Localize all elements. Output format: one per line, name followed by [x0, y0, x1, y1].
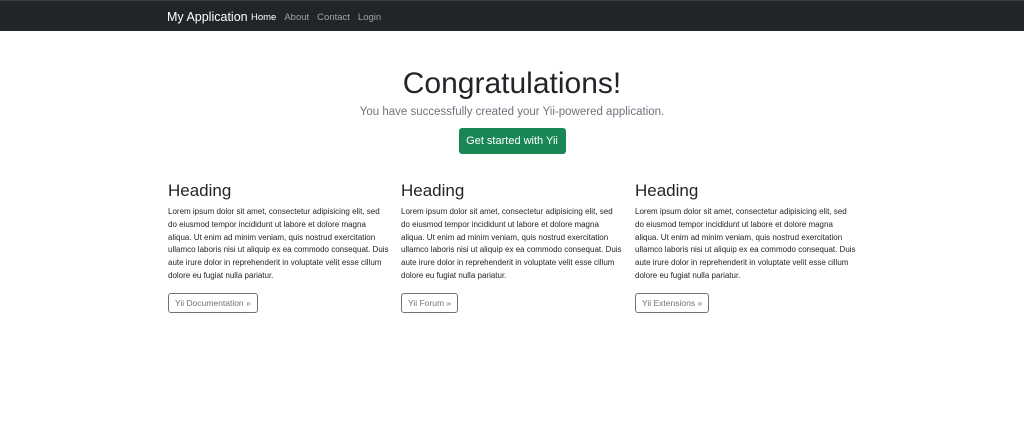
- navbar: My Application Home About Contact Login: [0, 0, 1024, 31]
- nav-item-login[interactable]: Login: [358, 12, 381, 23]
- get-started-button[interactable]: Get started with Yii: [458, 128, 566, 154]
- column-text: Lorem ipsum dolor sit amet, consectetur …: [635, 207, 856, 280]
- column-extensions: Heading Lorem ipsum dolor sit amet, cons…: [635, 181, 857, 313]
- nav-item-about[interactable]: About: [284, 12, 309, 23]
- column-heading: Heading: [635, 181, 699, 200]
- main-nav: Home About Contact Login: [251, 12, 381, 23]
- yii-forum-button[interactable]: Yii Forum »: [401, 292, 459, 313]
- page-title: Congratulations!: [402, 67, 622, 100]
- yii-extensions-button[interactable]: Yii Extensions »: [635, 292, 710, 313]
- nav-item-contact[interactable]: Contact: [317, 12, 350, 23]
- column-text: Lorem ipsum dolor sit amet, consectetur …: [168, 207, 389, 280]
- brand-link[interactable]: My Application: [167, 10, 248, 24]
- nav-item-home[interactable]: Home: [251, 12, 276, 23]
- column-heading: Heading: [168, 181, 232, 200]
- jumbotron: Congratulations! You have successfully c…: [0, 66, 1024, 154]
- column-forum: Heading Lorem ipsum dolor sit amet, cons…: [401, 181, 623, 313]
- column-heading: Heading: [401, 181, 465, 200]
- yii-documentation-button[interactable]: Yii Documentation »: [168, 292, 258, 313]
- column-text: Lorem ipsum dolor sit amet, consectetur …: [401, 207, 622, 280]
- lead-text: You have successfully created your Yii-p…: [359, 106, 665, 118]
- column-documentation: Heading Lorem ipsum dolor sit amet, cons…: [168, 181, 390, 313]
